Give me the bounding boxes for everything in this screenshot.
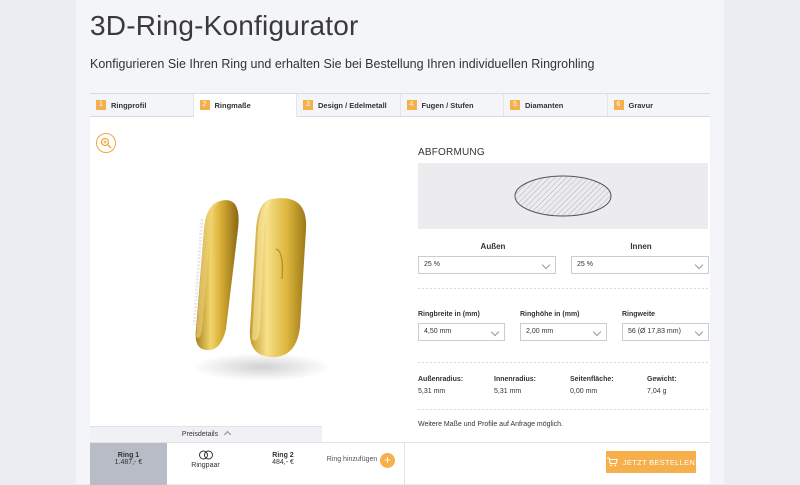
add-ring-button[interactable]: + [380, 453, 395, 468]
tab-number: 6 [613, 100, 624, 110]
ringbreite-label: Ringbreite in (mm) [418, 311, 480, 318]
preisdetails-label: Preisdetails [181, 431, 219, 438]
tab-number: 5 [510, 100, 520, 110]
tab-fugen-stufen[interactable]: 4 Fugen / Stufen [401, 94, 504, 116]
tab-label: Design / Edelmetall [318, 100, 387, 110]
tab-number: 4 [406, 100, 417, 110]
innenradius-label: Innenradius: [494, 376, 537, 383]
tab-number: 1 [96, 100, 106, 110]
innenradius-value: 5,31 mm [494, 388, 522, 395]
chevron-down-icon [694, 327, 704, 337]
seitenflaeche-value: 0,00 mm [570, 388, 598, 395]
cart-icon [606, 457, 618, 467]
tab-label: Gravur [628, 100, 654, 110]
aussen-label: Außen [480, 242, 506, 251]
zoom-in-icon [100, 137, 112, 149]
tab-gravur[interactable]: 6 Gravur [608, 94, 711, 116]
tab-ringprofil[interactable]: 1 Ringprofil [90, 94, 194, 116]
ring1-price: 1.487,- € [114, 459, 143, 466]
chevron-down-icon [541, 260, 551, 270]
step-tabs: 1 Ringprofil 2 Ringmaße 3 Design / Edelm… [90, 93, 710, 117]
tab-design-edelmetall[interactable]: 3 Design / Edelmetall [297, 94, 401, 116]
ringhoehe-value: 2,00 mm [526, 328, 554, 335]
tab-number: 2 [199, 100, 210, 110]
price-footer: Ring 1 1.487,- € Ringpaar Ring 2 484,- €… [90, 442, 710, 485]
divider [418, 288, 708, 289]
ring-pair-render [192, 198, 330, 381]
tab-ringmasse[interactable]: 2 Ringmaße [193, 94, 297, 117]
order-label: JETZT BESTELLEN [622, 457, 696, 467]
preisdetails-toggle[interactable]: Preisdetails [90, 426, 322, 442]
ring-profile-shape [514, 175, 612, 217]
order-button[interactable]: JETZT BESTELLEN [606, 451, 696, 473]
page-subtitle: Konfigurieren Sie Ihren Ring und erhalte… [90, 57, 595, 71]
ring2-tab[interactable]: Ring 2 484,- € [244, 443, 322, 485]
info-note: Weitere Maße und Profile auf Anfrage mög… [418, 421, 564, 428]
plus-icon: + [383, 453, 391, 467]
chevron-down-icon [490, 327, 500, 337]
profile-preview [418, 163, 708, 229]
tab-label: Diamanten [525, 100, 564, 110]
ring2-price: 484,- € [272, 459, 294, 466]
ringhoehe-select[interactable]: 2,00 mm [520, 323, 607, 341]
ring2-label: Ring 2 [272, 452, 294, 459]
innen-select[interactable]: 25 % [571, 256, 709, 274]
ringpaar-label: Ringpaar [191, 462, 220, 469]
tab-diamanten[interactable]: 5 Diamanten [504, 94, 608, 116]
tab-label: Fugen / Stufen [421, 100, 474, 110]
innen-label: Innen [630, 242, 652, 251]
rings-pair-icon [198, 450, 213, 460]
ringweite-select[interactable]: 56 (Ø 17,83 mm) [622, 323, 709, 341]
ringweite-value: 56 (Ø 17,83 mm) [628, 328, 681, 335]
ringbreite-value: 4,50 mm [424, 328, 452, 335]
page-title: 3D-Ring-Konfigurator [90, 10, 359, 41]
chevron-down-icon [592, 327, 602, 337]
tab-label: Ringprofil [111, 100, 147, 110]
aussen-value: 25 % [424, 261, 440, 268]
aussenradius-label: Außenradius: [418, 376, 464, 383]
gewicht-value: 7,04 g [647, 388, 667, 395]
divider [404, 443, 405, 485]
ring1-label: Ring 1 [117, 452, 140, 459]
tab-content: Preisdetails ABFORMUNG Außen Innen 25 % [90, 117, 710, 485]
innen-value: 25 % [577, 261, 593, 268]
ringbreite-select[interactable]: 4,50 mm [418, 323, 505, 341]
ringhoehe-label: Ringhöhe in (mm) [520, 311, 580, 318]
zoom-button[interactable] [96, 133, 116, 153]
divider [418, 362, 708, 363]
ringweite-label: Ringweite [622, 311, 656, 318]
aussen-select[interactable]: 25 % [418, 256, 556, 274]
aussenradius-value: 5,31 mm [418, 388, 446, 395]
tab-number: 3 [303, 100, 313, 110]
chevron-up-icon [224, 430, 232, 439]
ring-3d-viewer[interactable] [90, 117, 400, 427]
divider [418, 409, 708, 410]
configurator-page: 3D-Ring-Konfigurator Konfigurieren Sie I… [76, 0, 724, 485]
gewicht-label: Gewicht: [647, 376, 677, 383]
seitenflaeche-label: Seitenfläche: [570, 376, 614, 383]
ringpaar-tab[interactable]: Ringpaar [167, 443, 244, 485]
abformung-title: ABFORMUNG [418, 147, 485, 158]
add-ring-label: Ring hinzufügen [326, 456, 378, 463]
ring1-tab[interactable]: Ring 1 1.487,- € [90, 443, 167, 485]
add-ring-area[interactable]: Ring hinzufügen [322, 443, 382, 485]
chevron-down-icon [694, 260, 704, 270]
tab-label: Ringmaße [214, 100, 251, 110]
